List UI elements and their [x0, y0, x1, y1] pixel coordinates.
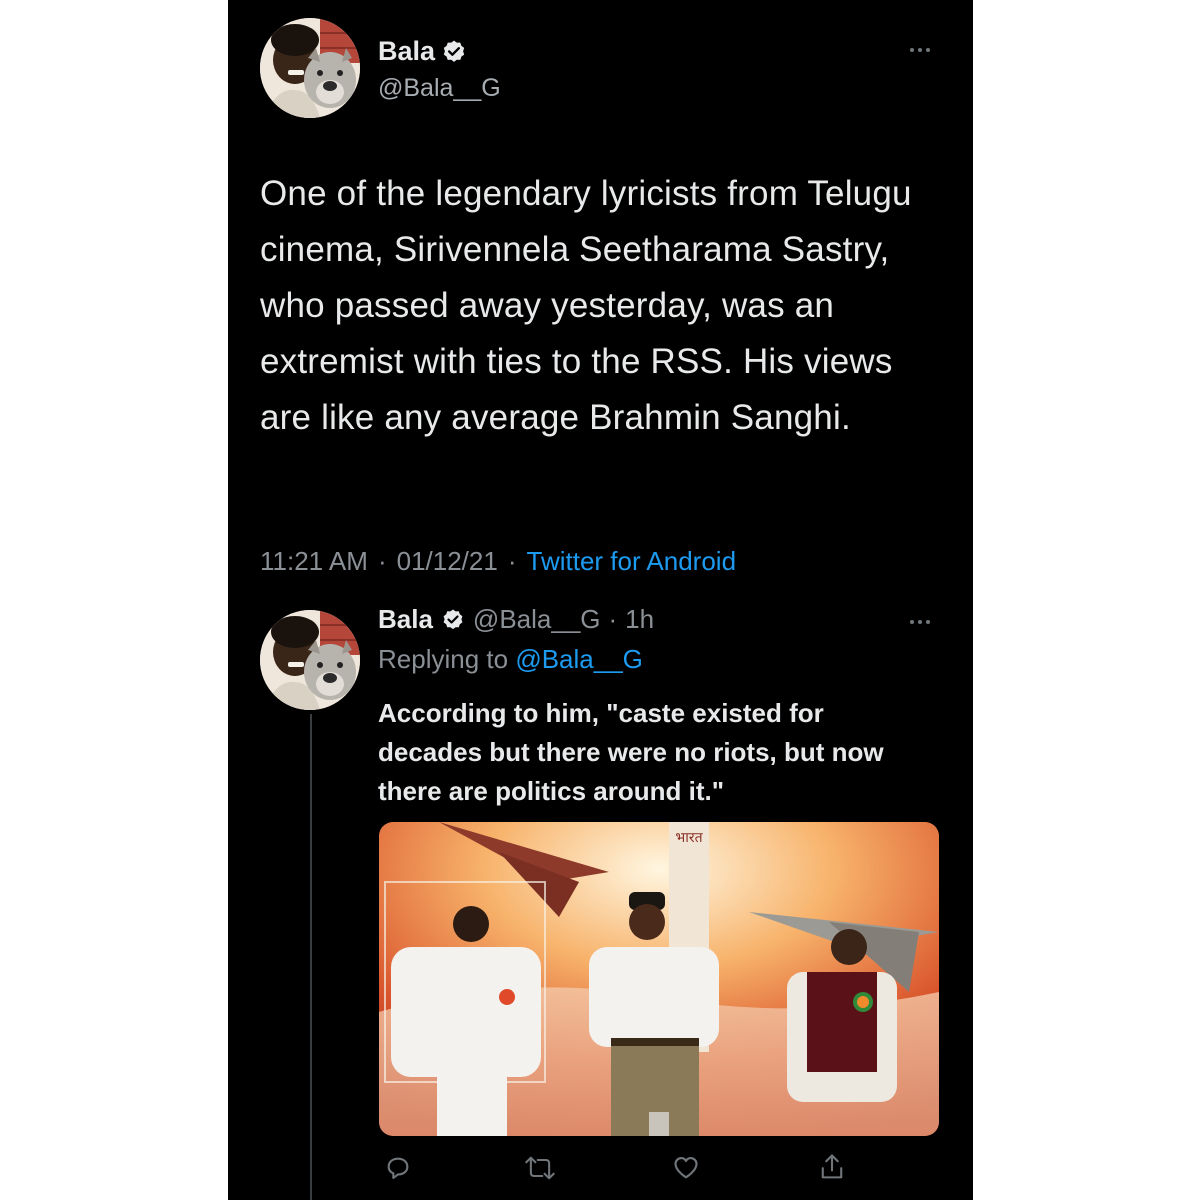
share-icon[interactable] — [818, 1152, 846, 1187]
like-action[interactable]: 23 — [672, 1154, 732, 1187]
like-count: 23 — [714, 1161, 732, 1179]
replying-to-label: Replying to — [378, 644, 509, 674]
tweet-source-link[interactable]: Twitter for Android — [527, 546, 737, 577]
author-name-row[interactable]: Bala — [378, 36, 467, 67]
reply-count: 1 — [426, 1161, 435, 1179]
reply-author-display-name[interactable]: Bala — [378, 604, 433, 635]
reply-header: Bala @Bala__G · 1h — [378, 604, 654, 635]
tweet-time[interactable]: 11:21 AM — [260, 546, 368, 577]
media-caption-glyphs: भारत — [675, 830, 703, 846]
verified-badge-icon — [441, 39, 467, 65]
tweet-date[interactable]: 01/12/21 — [397, 546, 498, 577]
tweet-media-image[interactable]: भारत — [379, 822, 939, 1136]
reply-icon[interactable] — [384, 1154, 412, 1187]
more-options-icon[interactable] — [910, 48, 930, 52]
replying-to-mention[interactable]: @Bala__G — [515, 644, 643, 674]
author-avatar[interactable] — [260, 18, 360, 118]
reply-author-handle[interactable]: @Bala__G — [473, 604, 601, 635]
meta-separator: · — [507, 546, 517, 576]
share-action[interactable] — [818, 1152, 846, 1187]
replying-to-line: Replying to @Bala__G — [378, 644, 643, 675]
meta-separator: · — [608, 604, 618, 634]
meta-separator: · — [377, 546, 387, 576]
author-handle[interactable]: @Bala__G — [378, 74, 501, 103]
reply-tweet-text: According to him, "caste existed for dec… — [378, 698, 884, 806]
retweet-action[interactable]: 4 — [524, 1154, 579, 1187]
like-icon[interactable] — [672, 1154, 700, 1187]
reply-action[interactable]: 1 — [384, 1154, 435, 1187]
more-options-icon[interactable] — [910, 620, 930, 624]
retweet-icon[interactable] — [524, 1154, 556, 1187]
reply-author-avatar[interactable] — [260, 610, 360, 710]
tweet-metadata: 11:21 AM · 01/12/21 · Twitter for Androi… — [260, 546, 736, 577]
thread-connector-line — [310, 714, 312, 1200]
author-display-name[interactable]: Bala — [378, 36, 435, 67]
retweet-count: 4 — [570, 1161, 579, 1179]
reply-age[interactable]: 1h — [625, 604, 654, 635]
tweet-text: One of the legendary lyricists from Telu… — [260, 174, 912, 437]
verified-badge-icon — [441, 608, 465, 632]
